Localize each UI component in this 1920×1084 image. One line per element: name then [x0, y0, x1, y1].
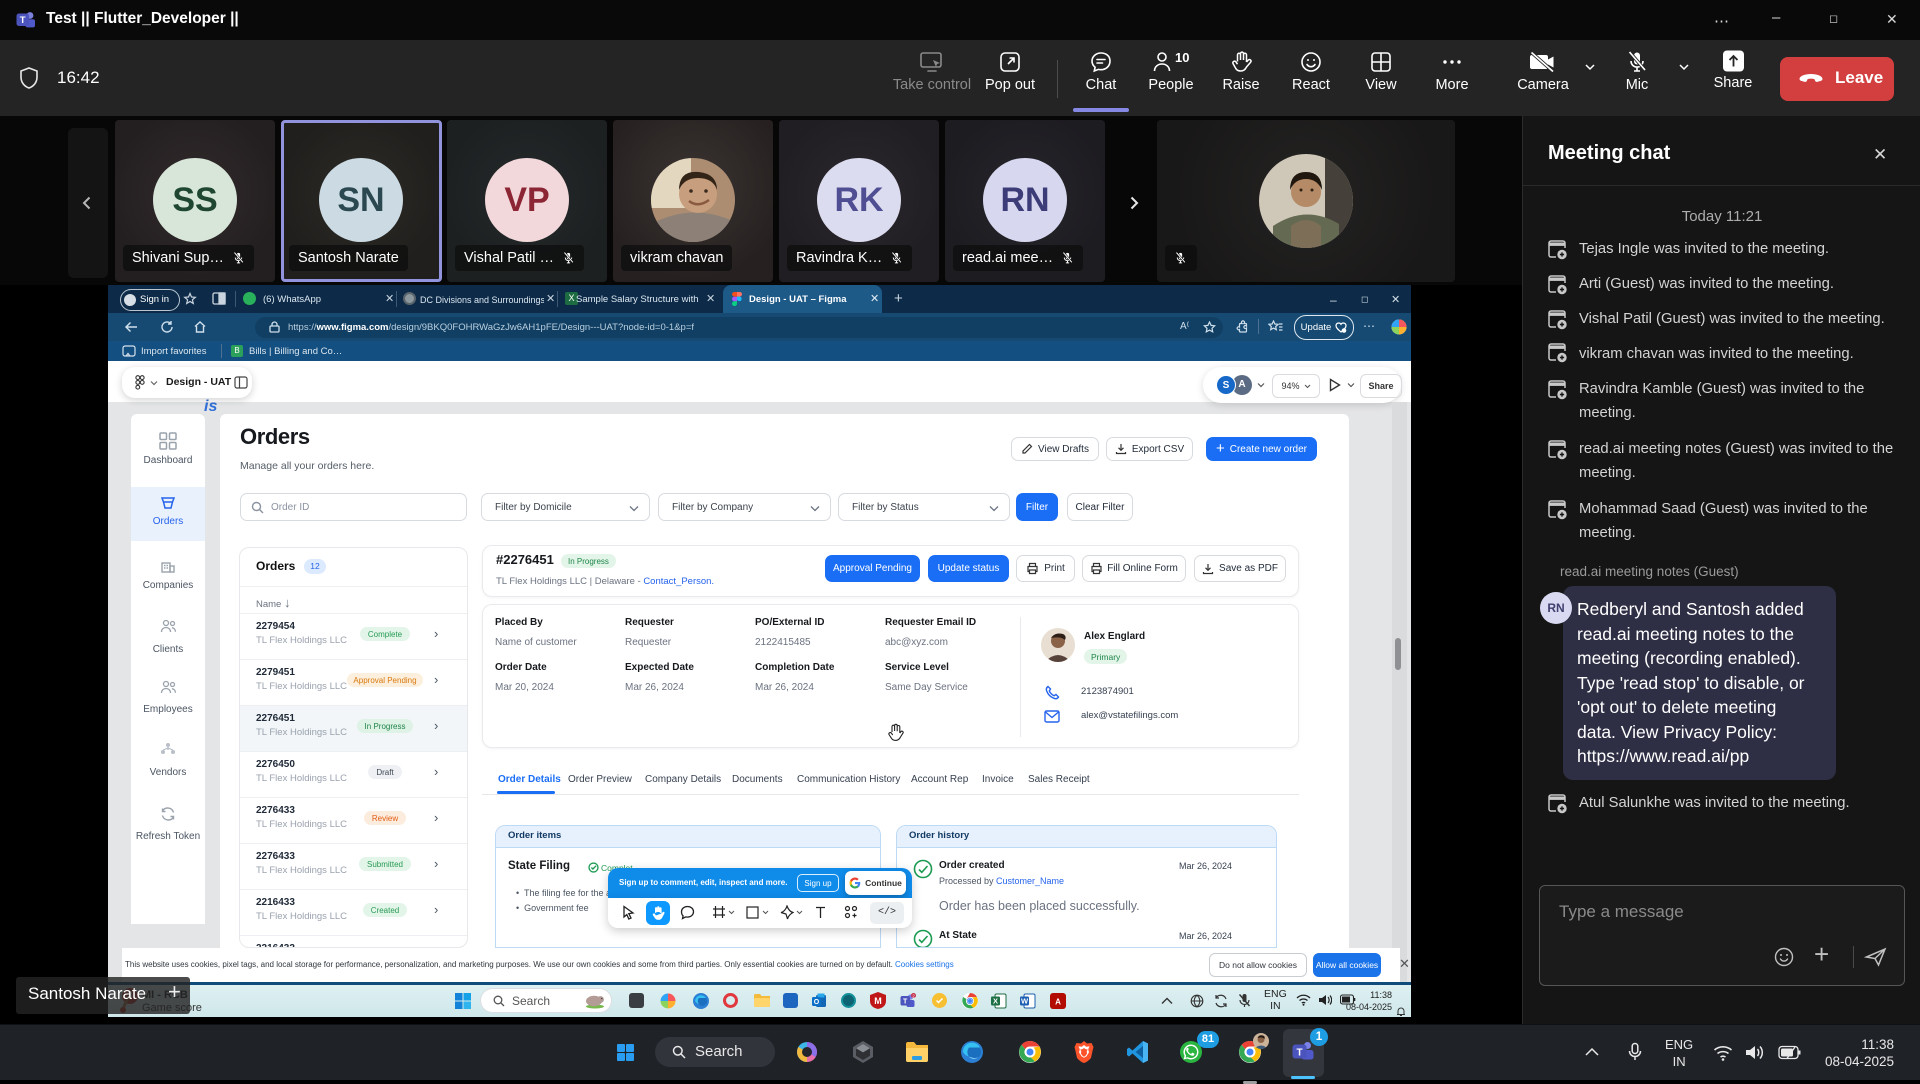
- svg-text:O: O: [814, 999, 820, 1006]
- svg-text:T: T: [20, 15, 26, 26]
- svg-text:M: M: [874, 996, 882, 1006]
- svg-text:T: T: [903, 998, 908, 1005]
- svg-text:W: W: [1021, 997, 1029, 1006]
- svg-text:X: X: [993, 997, 998, 1006]
- svg-text:A: A: [1055, 998, 1061, 1007]
- svg-text:10: 10: [1175, 50, 1189, 65]
- svg-text:T: T: [1296, 1047, 1302, 1058]
